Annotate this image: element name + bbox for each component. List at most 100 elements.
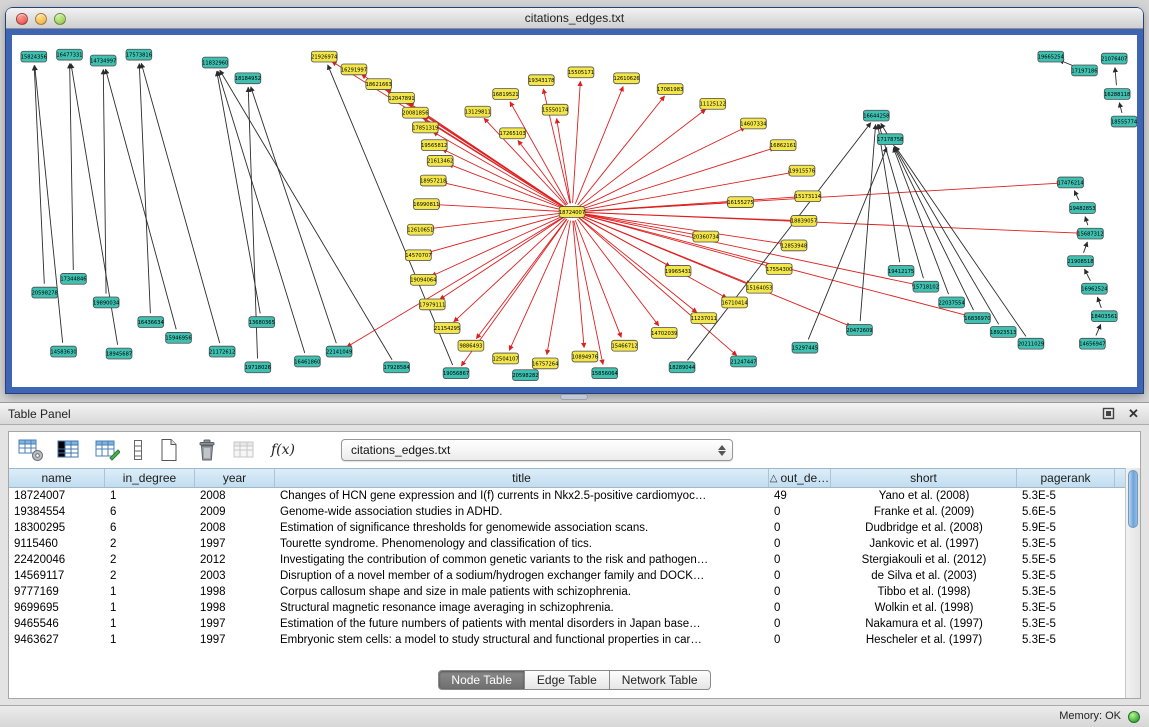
table-cell[interactable]: 22420046 [9,552,105,568]
graph-node[interactable]: 15297445 [792,342,818,353]
table-cell[interactable]: Nakamura et al. (1997) [831,616,1017,632]
table-cell[interactable]: Hescheler et al. (1997) [831,632,1017,648]
table-cell[interactable]: Dudbridge et al. (2008) [831,520,1017,536]
graph-node[interactable]: 18555774 [1111,116,1137,127]
tab-edge-table[interactable]: Edge Table [525,670,610,690]
table-cell[interactable]: 1 [105,616,195,632]
table-cell[interactable]: 0 [769,568,831,584]
graph-node[interactable]: 14607334 [740,118,766,129]
citation-edge[interactable] [510,102,568,205]
graph-node[interactable]: 16990811 [413,199,439,210]
graph-node[interactable]: 11832960 [202,57,228,68]
table-cell[interactable]: Corpus callosum shape and size in male p… [275,584,769,600]
graph-node[interactable]: 19965431 [665,266,691,277]
table-cell[interactable]: Disruption of a novel member of a sodium… [275,568,769,584]
graph-node[interactable]: 9886493 [458,340,484,351]
citation-edge[interactable] [454,218,566,322]
table-cell[interactable]: 5.3E-5 [1017,584,1115,600]
graph-node[interactable]: 19565812 [421,140,447,151]
citation-edge[interactable] [1097,297,1101,308]
table-cell[interactable]: Embryonic stem cells: a model to study s… [275,632,769,648]
graph-node[interactable]: 16862161 [770,140,796,151]
column-header-short[interactable]: short [831,469,1017,487]
edit-table-icon[interactable] [93,437,121,463]
table-row[interactable]: 946554611997Estimation of the future num… [9,616,1125,632]
column-header-year[interactable]: year [195,469,275,487]
graph-node[interactable]: 11237011 [691,313,717,324]
table-cell[interactable]: 1997 [195,632,275,648]
graph-node[interactable]: 18945687 [106,348,132,359]
table-cell[interactable]: 0 [769,616,831,632]
table-cell[interactable]: 9115460 [9,536,105,552]
graph-node[interactable]: 17081983 [657,84,683,95]
citation-edge[interactable] [35,65,63,342]
table-cell[interactable]: 18724007 [9,488,105,504]
table-cell[interactable]: 0 [769,504,831,520]
table-row[interactable]: 1456911722003Disruption of a novel membe… [9,568,1125,584]
table-cell[interactable]: 5.3E-5 [1017,488,1115,504]
graph-node[interactable]: 15466712 [611,340,637,351]
table-cell[interactable]: 2003 [195,568,275,584]
graph-node[interactable]: 17197186 [1071,65,1097,76]
graph-node[interactable]: 20472609 [846,325,872,336]
graph-node[interactable]: 22141049 [326,346,352,357]
table-cell[interactable]: 0 [769,520,831,536]
citation-edge[interactable] [440,217,565,300]
tab-node-table[interactable]: Node Table [438,670,525,690]
table-cell[interactable]: Wolkin et al. (1998) [831,600,1017,616]
table-cell[interactable]: 5.3E-5 [1017,632,1115,648]
table-cell[interactable]: 5.3E-5 [1017,600,1115,616]
table-cell[interactable]: 5.3E-5 [1017,616,1115,632]
table-cell[interactable]: Stergiakouli et al. (2012) [831,552,1017,568]
table-cell[interactable]: Estimation of the future numbers of pati… [275,616,769,632]
table-row[interactable]: 1830029562008Estimation of significance … [9,520,1125,536]
table-cell[interactable]: Jankovic et al. (1997) [831,536,1017,552]
table-cell[interactable]: 19384554 [9,504,105,520]
graph-node[interactable]: 17344846 [60,273,86,284]
show-columns-icon[interactable] [55,437,83,463]
graph-node[interactable]: 17265103 [499,128,525,139]
table-cell[interactable]: 0 [769,584,831,600]
graph-node[interactable]: 15550174 [542,104,568,115]
table-cell[interactable]: 5.5E-5 [1017,552,1115,568]
graph-node[interactable]: 19482853 [1069,203,1095,214]
table-cell[interactable]: 1997 [195,616,275,632]
graph-node[interactable]: 19890034 [93,297,119,308]
graph-node[interactable]: 10894976 [572,351,598,362]
graph-node[interactable]: 16710414 [721,297,747,308]
graph-node[interactable]: 13129811 [465,106,491,117]
graph-node[interactable]: 18403561 [1091,311,1117,322]
citation-edge[interactable] [139,64,150,314]
graph-node[interactable]: 19056867 [443,368,469,379]
citation-edge[interactable] [575,86,623,203]
graph-node[interactable]: 16962524 [1081,283,1107,294]
citation-edge[interactable] [433,132,564,208]
table-cell[interactable]: 1 [105,600,195,616]
graph-node[interactable]: 21908518 [1067,256,1093,267]
graph-node[interactable]: 20598278 [32,287,58,298]
table-cell[interactable]: Changes of HCN gene expression and I(f) … [275,488,769,504]
citation-edge[interactable] [442,149,564,208]
table-cell[interactable]: Investigating the contribution of common… [275,552,769,568]
graph-node[interactable]: 16461860 [294,356,320,367]
graph-node[interactable]: 12853948 [781,240,807,251]
graph-node[interactable]: 18957218 [420,175,446,186]
graph-node[interactable]: 14570707 [405,250,431,261]
citation-edge[interactable] [70,64,74,270]
graph-node[interactable]: 21172612 [209,346,235,357]
splitter-handle[interactable] [560,394,588,400]
graph-node[interactable]: 18724007 [559,207,585,218]
graph-node[interactable]: 14656947 [1079,338,1105,349]
table-cell[interactable]: Estimation of significance thresholds fo… [275,520,769,536]
citation-edge[interactable] [1119,103,1122,113]
citation-edge[interactable] [1084,269,1090,281]
graph-node[interactable]: 21154295 [434,323,460,334]
table-cell[interactable]: 2 [105,536,195,552]
table-cell[interactable]: Yano et al. (2008) [831,488,1017,504]
table-cell[interactable]: 6 [105,504,195,520]
graph-node[interactable]: 20598282 [512,370,538,381]
table-row[interactable]: 946362711997Embryonic stem cells: a mode… [9,632,1125,648]
table-cell[interactable]: 1 [105,488,195,504]
graph-node[interactable]: 19915576 [789,165,815,176]
table-cell[interactable]: 5.9E-5 [1017,520,1115,536]
